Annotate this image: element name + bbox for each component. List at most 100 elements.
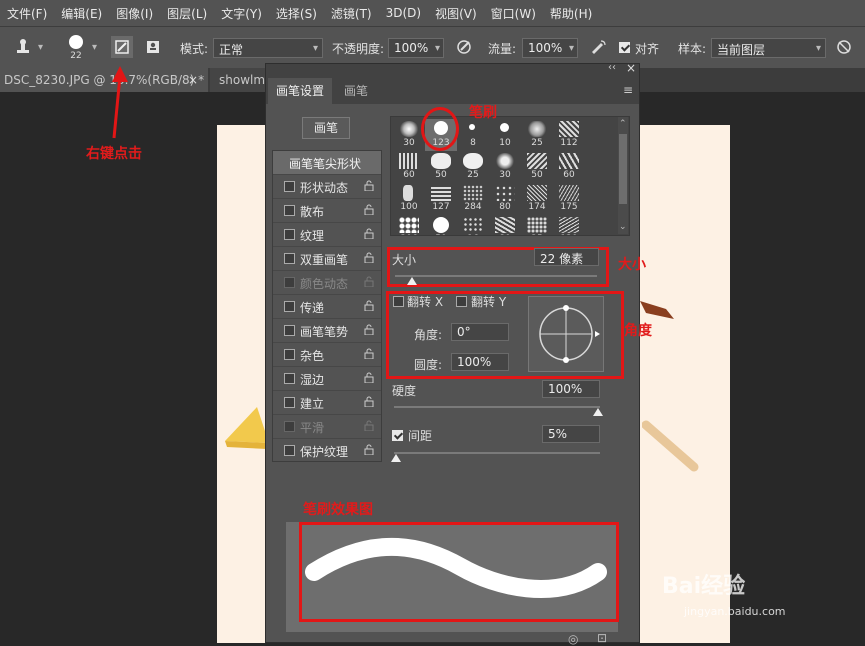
brush-preset[interactable]: 80 <box>489 183 521 215</box>
setting-dual-brush[interactable]: 双重画笔 <box>273 247 381 271</box>
setting-checkbox[interactable] <box>284 445 295 456</box>
clone-stamp-tool-icon[interactable] <box>12 36 34 58</box>
setting-checkbox[interactable] <box>284 181 295 192</box>
brush-preset[interactable]: 30 <box>489 151 521 183</box>
brush-preset[interactable]: 284 <box>457 183 489 215</box>
setting-checkbox[interactable] <box>284 349 295 360</box>
setting-wet-edges[interactable]: 湿边 <box>273 367 381 391</box>
brush-preset[interactable]: 127 <box>425 183 457 215</box>
brush-preset[interactable]: 100 <box>393 183 425 215</box>
presets-scrollbar-thumb[interactable] <box>619 134 627 204</box>
setting-brush-pose[interactable]: 画笔笔势 <box>273 319 381 343</box>
setting-brush-tip-shape[interactable]: 画笔笔尖形状 <box>273 151 381 175</box>
setting-shape-dynamics[interactable]: 形状动态 <box>273 175 381 199</box>
spacing-checkbox[interactable] <box>392 430 403 441</box>
flip-y-checkbox[interactable] <box>456 296 467 307</box>
menu-view[interactable]: 视图(V) <box>428 5 484 22</box>
brush-preset[interactable]: 174 <box>521 183 553 215</box>
brush-preset[interactable]: 10 <box>489 119 521 151</box>
setting-checkbox[interactable] <box>284 373 295 384</box>
lock-icon[interactable] <box>364 180 374 194</box>
brush-preset[interactable]: 25 <box>521 215 553 235</box>
brush-picker-chevron-icon[interactable]: ▾ <box>92 42 97 53</box>
lock-icon[interactable] <box>364 372 374 386</box>
spacing-field[interactable]: 5% <box>542 425 600 443</box>
roundness-field[interactable]: 100% <box>451 353 509 371</box>
hardness-field[interactable]: 100% <box>542 380 600 398</box>
menu-help[interactable]: 帮助(H) <box>543 5 599 22</box>
menu-window[interactable]: 窗口(W) <box>484 5 543 22</box>
menu-edit[interactable]: 编辑(E) <box>54 5 109 22</box>
angle-roundness-widget[interactable] <box>528 296 604 372</box>
tool-preset-chevron-icon[interactable]: ▾ <box>38 42 43 53</box>
spacing-slider[interactable] <box>394 452 600 454</box>
brush-preset[interactable]: 50 <box>425 215 457 235</box>
setting-noise[interactable]: 杂色 <box>273 343 381 367</box>
opacity-field[interactable]: 100% ▾ <box>388 38 444 58</box>
lock-icon[interactable] <box>364 444 374 458</box>
setting-checkbox[interactable] <box>284 397 295 408</box>
menu-file[interactable]: 文件(F) <box>0 5 54 22</box>
lock-icon[interactable] <box>364 300 374 314</box>
tab-brush[interactable]: 画笔 <box>336 78 376 104</box>
brush-preset[interactable]: 50 <box>521 151 553 183</box>
brush-preset[interactable]: 80 <box>489 215 521 235</box>
size-slider[interactable] <box>395 275 597 277</box>
hardness-slider-handle[interactable] <box>593 408 603 416</box>
brush-preset[interactable]: 60 <box>393 151 425 183</box>
brush-settings-toggle-icon[interactable] <box>111 36 133 58</box>
size-slider-handle[interactable] <box>407 277 417 285</box>
panel-menu-icon[interactable]: ≡ <box>623 83 633 97</box>
airbrush-icon[interactable] <box>587 36 609 58</box>
brush-preset[interactable]: 30 <box>393 119 425 151</box>
setting-checkbox[interactable] <box>284 205 295 216</box>
sample-dropdown[interactable]: 当前图层 ▾ <box>711 38 826 58</box>
setting-protect-texture[interactable]: 保护纹理 <box>273 439 381 463</box>
menu-image[interactable]: 图像(I) <box>109 5 160 22</box>
brush-preset[interactable]: 112 <box>553 119 585 151</box>
brush-preset[interactable]: 175 <box>553 183 585 215</box>
brush-preset[interactable]: 25 <box>457 151 489 183</box>
angle-field[interactable]: 0° <box>451 323 509 341</box>
brush-preset[interactable]: 306 <box>393 215 425 235</box>
menu-type[interactable]: 文字(Y) <box>214 5 269 22</box>
toggle-visibility-icon[interactable]: ◎ <box>568 632 578 646</box>
close-panel-icon[interactable]: × <box>626 61 636 75</box>
lock-icon[interactable] <box>364 324 374 338</box>
flip-x-checkbox[interactable] <box>393 296 404 307</box>
menu-select[interactable]: 选择(S) <box>269 5 324 22</box>
scroll-up-icon[interactable]: ⌃ <box>619 119 627 129</box>
size-field[interactable]: 22 像素 <box>534 248 599 266</box>
pressure-opacity-icon[interactable] <box>453 36 475 58</box>
menu-filter[interactable]: 滤镜(T) <box>324 5 379 22</box>
close-tab-icon[interactable]: × <box>188 68 198 92</box>
brush-preset[interactable]: 120 <box>553 215 585 235</box>
tab-document-2[interactable]: showlma <box>210 68 272 92</box>
menu-layer[interactable]: 图层(L) <box>160 5 214 22</box>
clone-source-toggle-icon[interactable] <box>142 36 164 58</box>
brush-preset[interactable]: 50 <box>425 151 457 183</box>
lock-icon[interactable] <box>364 204 374 218</box>
brush-preset[interactable]: 25 <box>521 119 553 151</box>
setting-checkbox[interactable] <box>284 229 295 240</box>
ignore-adjustment-layers-icon[interactable] <box>833 36 855 58</box>
brush-presets-button[interactable]: 画笔 <box>302 117 350 139</box>
collapse-panel-icon[interactable]: ‹‹ <box>608 62 616 73</box>
mode-dropdown[interactable]: 正常 ▾ <box>213 38 323 58</box>
setting-build-up[interactable]: 建立 <box>273 391 381 415</box>
brush-preset[interactable]: 60 <box>553 151 585 183</box>
lock-icon[interactable] <box>364 396 374 410</box>
lock-icon[interactable] <box>364 348 374 362</box>
lock-icon[interactable] <box>364 252 374 266</box>
setting-checkbox[interactable] <box>284 325 295 336</box>
setting-scattering[interactable]: 散布 <box>273 199 381 223</box>
brush-preset[interactable]: 16 <box>457 215 489 235</box>
brush-preview-button[interactable]: 22 <box>66 33 86 61</box>
setting-checkbox[interactable] <box>284 301 295 312</box>
hardness-slider[interactable] <box>394 406 600 408</box>
align-checkbox[interactable] <box>619 42 630 53</box>
lock-icon[interactable] <box>364 228 374 242</box>
brush-preset[interactable]: 8 <box>457 119 489 151</box>
menu-3d[interactable]: 3D(D) <box>379 6 428 20</box>
flow-field[interactable]: 100% ▾ <box>522 38 578 58</box>
